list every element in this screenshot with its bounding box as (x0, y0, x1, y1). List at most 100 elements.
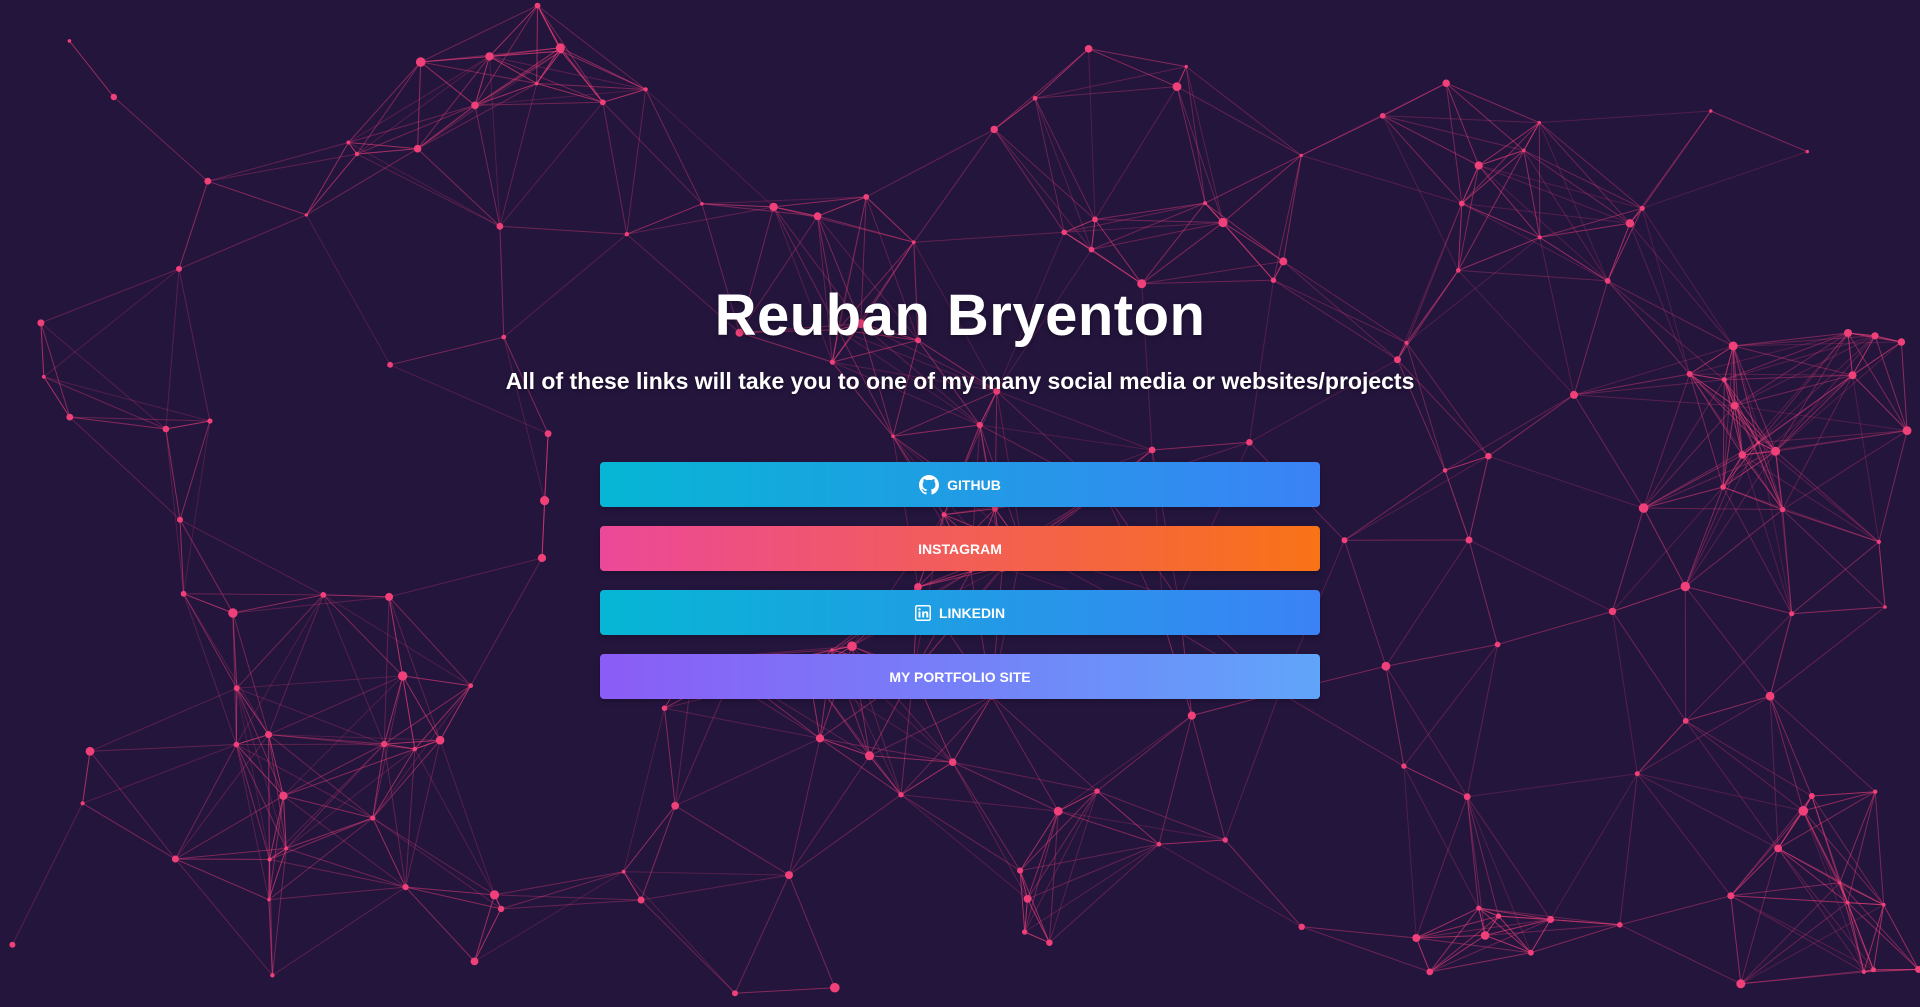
network-dot (1638, 503, 1649, 513)
network-dot (176, 265, 182, 272)
network-dot (732, 990, 738, 997)
network-dot (1381, 661, 1391, 671)
network-line (1158, 843, 1302, 928)
network-line (1344, 540, 1387, 667)
network-line (664, 708, 676, 806)
network-line (175, 858, 270, 860)
network-line (1802, 810, 1874, 970)
network-dot (1634, 771, 1640, 777)
network-line (501, 899, 642, 910)
network-line (1619, 895, 1731, 926)
network-line (372, 817, 502, 910)
network-line (1096, 715, 1193, 792)
network-line (1176, 86, 1224, 223)
network-line (1878, 430, 1908, 543)
network-line (356, 148, 418, 155)
network-line (560, 47, 646, 90)
network-line (913, 129, 995, 243)
network-line (996, 390, 1153, 451)
network-line (1301, 154, 1462, 204)
network-line (69, 40, 115, 98)
network-line (268, 594, 324, 735)
network-line (1019, 790, 1098, 871)
network-dot (415, 57, 426, 67)
network-line (268, 817, 374, 901)
network-line (306, 153, 358, 216)
network-dot (1426, 968, 1434, 976)
network-line (1445, 83, 1463, 204)
network-line (1612, 611, 1638, 774)
network-dot (1617, 922, 1623, 928)
network-dot (1476, 905, 1482, 911)
network-dot (898, 792, 904, 798)
network-line (82, 751, 91, 804)
network-line (900, 794, 1059, 812)
network-line (1091, 249, 1142, 285)
linkedin-link-label: LINKEDIN (938, 604, 1006, 621)
network-line (865, 128, 995, 198)
network-line (900, 794, 1021, 872)
network-dot (320, 592, 327, 598)
network-line (602, 101, 703, 205)
network-line (952, 761, 1098, 792)
network-line (993, 129, 1065, 233)
network-line (470, 557, 543, 686)
network-line (1497, 610, 1613, 645)
network-line (1382, 115, 1463, 204)
network-dot (621, 869, 626, 874)
network-line (89, 750, 176, 860)
network-dot (830, 982, 840, 993)
instagram-link-button[interactable]: INSTAGRAM (600, 526, 1320, 571)
network-dot (1474, 161, 1483, 170)
network-line (1406, 342, 1489, 457)
network-dot (1680, 581, 1691, 592)
network-dot (1412, 934, 1421, 942)
network-dot (180, 590, 187, 597)
network-line (1091, 202, 1206, 251)
network-line (1096, 790, 1226, 841)
network-line (1710, 110, 1808, 153)
portfolio-link-button[interactable]: MY PORTFOLIO SITE (600, 654, 1320, 699)
network-dot (267, 898, 271, 902)
network-dot (1442, 468, 1448, 473)
network-line (1466, 796, 1500, 917)
network-line (179, 420, 211, 520)
network-line (499, 225, 627, 235)
network-line (232, 596, 390, 614)
network-dot (891, 434, 895, 439)
network-line (1791, 606, 1886, 615)
network-line (1852, 375, 1880, 542)
network-dot (1727, 892, 1735, 900)
network-line (952, 761, 1059, 812)
network-line (1048, 811, 1059, 943)
network-line (1643, 507, 1783, 511)
network-line (183, 593, 324, 596)
network-dot (671, 801, 680, 810)
network-dot (829, 359, 836, 365)
network-line (236, 688, 287, 849)
network-dot (207, 418, 213, 424)
network-line (1461, 150, 1525, 204)
network-line (1478, 122, 1540, 166)
network-line (645, 89, 774, 208)
network-dot (470, 957, 479, 966)
network-line (272, 886, 406, 976)
linkedin-link-button[interactable]: LINKEDIN (600, 590, 1320, 635)
network-dot (267, 857, 272, 862)
network-line (788, 874, 836, 988)
network-dot (1401, 763, 1407, 769)
network-dot (534, 2, 541, 9)
network-dot (496, 222, 504, 230)
network-line (1282, 155, 1302, 262)
network-line (1444, 470, 1470, 541)
network-dot (1639, 205, 1645, 211)
network-dot (265, 731, 273, 739)
network-dot (354, 151, 360, 157)
network-dot (233, 685, 240, 692)
network-line (388, 557, 543, 598)
network-line (348, 61, 422, 143)
network-dot (1023, 895, 1032, 903)
network-dot (1203, 201, 1208, 206)
github-link-button[interactable]: GITHUB (600, 462, 1320, 507)
network-line (1416, 937, 1531, 954)
